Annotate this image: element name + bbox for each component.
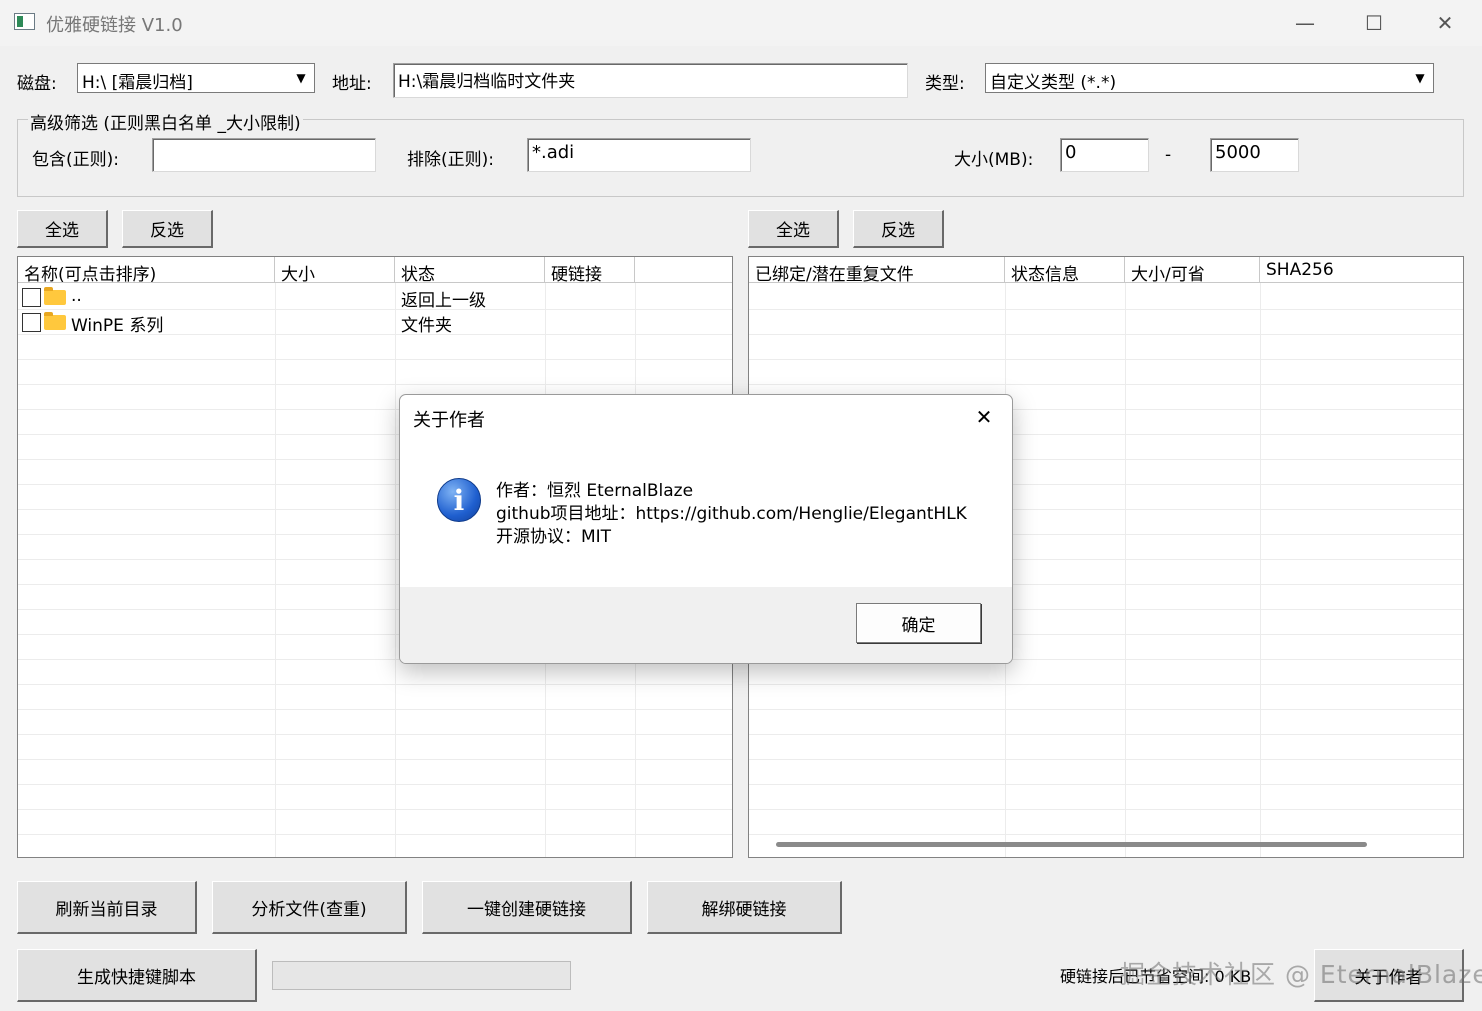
- type-label: 类型:: [925, 74, 965, 94]
- column-header-size-saved[interactable]: 大小/可省: [1125, 257, 1260, 285]
- column-header-sha256[interactable]: SHA256: [1260, 257, 1463, 283]
- grid-line: [18, 784, 732, 785]
- table-row[interactable]: .. 返回上一级: [18, 285, 732, 311]
- grid-line: [18, 834, 732, 835]
- column-divider: [395, 283, 396, 857]
- column-divider: [275, 283, 276, 857]
- grid-line: [749, 384, 1463, 385]
- dropdown-arrow-icon[interactable]: ▼: [289, 65, 313, 91]
- row-status: 返回上一级: [401, 291, 486, 311]
- size-max-input[interactable]: 5000: [1210, 138, 1299, 172]
- right-invert-selection-button[interactable]: 反选: [853, 210, 944, 248]
- grid-line: [749, 759, 1463, 760]
- refresh-directory-button[interactable]: 刷新当前目录: [17, 881, 197, 934]
- ok-button[interactable]: 确定: [856, 603, 981, 643]
- left-invert-selection-button[interactable]: 反选: [122, 210, 213, 248]
- dropdown-arrow-icon[interactable]: ▼: [1408, 65, 1432, 91]
- about-dialog: 关于作者 ✕ i 作者：恒烈 EternalBlaze github项目地址：h…: [399, 394, 1013, 664]
- watermark: 掘金技术社区 @ EternalBlaze: [1120, 960, 1482, 989]
- column-divider: [1260, 283, 1261, 857]
- author-line: 作者：恒烈 EternalBlaze: [496, 481, 694, 501]
- dialog-message: 作者：恒烈 EternalBlaze github项目地址：https://gi…: [496, 480, 967, 549]
- grid-line: [749, 684, 1463, 685]
- table-row[interactable]: WinPE 系列 文件夹: [18, 310, 732, 336]
- row-checkbox[interactable]: [22, 313, 41, 332]
- grid-line: [18, 384, 732, 385]
- column-header-status[interactable]: 状态: [395, 257, 545, 285]
- column-header-name[interactable]: 名称(可点击排序): [18, 257, 275, 285]
- grid-line: [749, 809, 1463, 810]
- column-header-empty: [635, 257, 732, 283]
- size-label: 大小(MB):: [954, 150, 1034, 170]
- row-name: ..: [71, 286, 82, 306]
- size-separator: -: [1165, 145, 1172, 165]
- maximize-button[interactable]: ☐: [1351, 8, 1397, 38]
- progress-bar: [272, 961, 571, 990]
- left-select-all-button[interactable]: 全选: [17, 210, 108, 248]
- create-hardlinks-button[interactable]: 一键创建硬链接: [422, 881, 632, 934]
- close-button[interactable]: ✕: [1422, 8, 1468, 38]
- grid-line: [749, 834, 1463, 835]
- folder-icon: [44, 287, 66, 305]
- grid-line: [749, 359, 1463, 360]
- unbind-hardlinks-button[interactable]: 解绑硬链接: [647, 881, 842, 934]
- dialog-title: 关于作者: [413, 410, 485, 431]
- grid-line: [18, 734, 732, 735]
- address-input[interactable]: H:\霜晨归档临时文件夹: [393, 63, 908, 98]
- include-regex-input[interactable]: [152, 138, 376, 172]
- github-line: github项目地址：https://github.com/Henglie/El…: [496, 504, 967, 524]
- grid-line: [18, 359, 732, 360]
- type-select-value: 自定义类型 (*.*): [990, 73, 1117, 93]
- license-line: 开源协议：MIT: [496, 527, 612, 547]
- grid-line: [18, 684, 732, 685]
- include-label: 包含(正则):: [32, 150, 119, 170]
- column-header-bound-files[interactable]: 已绑定/潜在重复文件: [749, 257, 1005, 285]
- address-label: 地址:: [332, 74, 372, 94]
- generate-script-button[interactable]: 生成快捷键脚本: [17, 949, 257, 1002]
- row-status: 文件夹: [401, 316, 452, 336]
- type-select[interactable]: 自定义类型 (*.*) ▼: [985, 63, 1434, 93]
- disk-select-value: H:\ [霜晨归档]: [82, 73, 193, 93]
- horizontal-scrollbar[interactable]: [776, 842, 1367, 847]
- grid-line: [18, 709, 732, 710]
- analyze-files-button[interactable]: 分析文件(查重): [212, 881, 407, 934]
- row-checkbox[interactable]: [22, 288, 41, 307]
- column-header-status-info[interactable]: 状态信息: [1005, 257, 1125, 285]
- exclude-regex-input[interactable]: *.adi: [527, 138, 751, 172]
- grid-line: [749, 784, 1463, 785]
- title-bar: [0, 0, 1482, 46]
- folder-icon: [44, 312, 66, 330]
- row-name: WinPE 系列: [71, 316, 164, 336]
- info-icon: i: [437, 478, 481, 522]
- grid-line: [749, 334, 1463, 335]
- grid-line: [749, 734, 1463, 735]
- column-divider: [1125, 283, 1126, 857]
- column-header-hardlink[interactable]: 硬链接: [545, 257, 635, 285]
- minimize-button[interactable]: —: [1282, 8, 1328, 38]
- app-icon: [14, 13, 35, 30]
- right-select-all-button[interactable]: 全选: [748, 210, 839, 248]
- disk-select[interactable]: H:\ [霜晨归档] ▼: [77, 63, 315, 93]
- advanced-filter-title: 高级筛选 (正则黑白名单 _大小限制): [28, 109, 303, 134]
- size-min-input[interactable]: 0: [1060, 138, 1149, 172]
- window-title: 优雅硬链接 V1.0: [46, 15, 183, 36]
- column-header-size[interactable]: 大小: [275, 257, 395, 285]
- grid-line: [18, 809, 732, 810]
- grid-line: [749, 309, 1463, 310]
- exclude-label: 排除(正则):: [407, 150, 494, 170]
- grid-line: [18, 759, 732, 760]
- disk-label: 磁盘:: [17, 74, 57, 94]
- dialog-close-icon[interactable]: ✕: [966, 401, 1002, 433]
- grid-line: [749, 709, 1463, 710]
